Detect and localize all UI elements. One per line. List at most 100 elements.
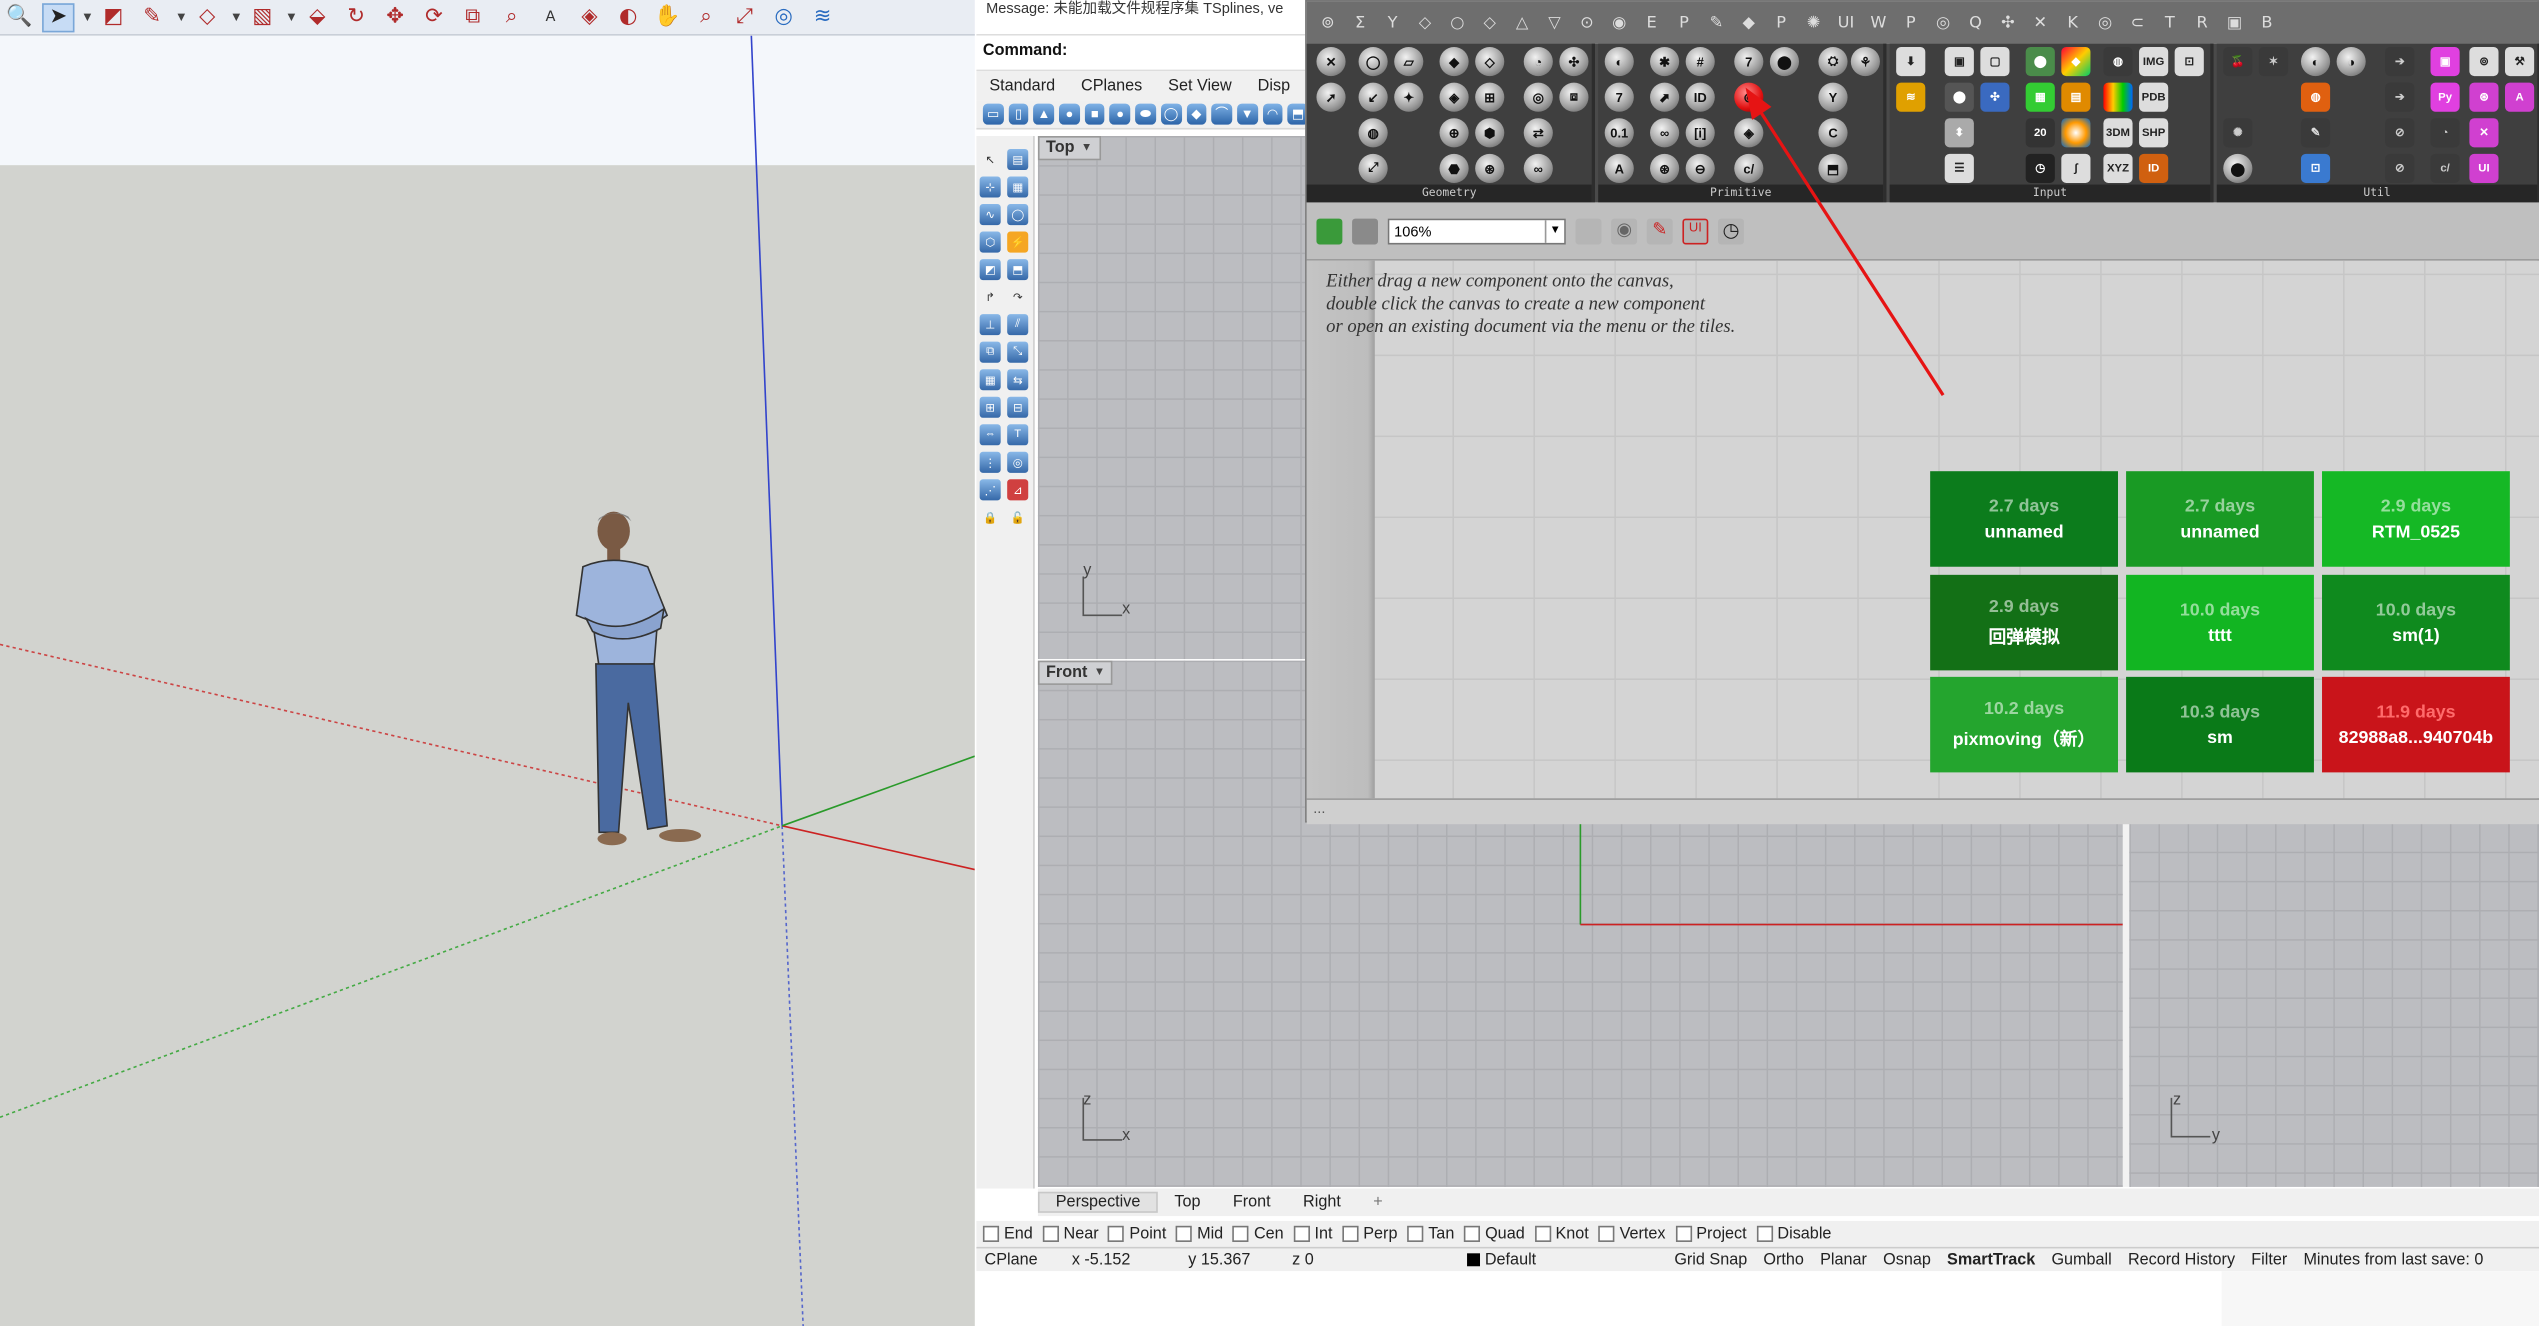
paint-bucket-icon[interactable]: ◈ (573, 2, 605, 31)
hoops-icon[interactable]: ⊛ (2469, 82, 2499, 112)
save-icon[interactable] (1352, 217, 1378, 244)
text-icon[interactable]: A (534, 2, 566, 31)
panel-input-icon[interactable]: ▤ (2061, 82, 2091, 112)
component-tab[interactable]: ⊙ (1576, 14, 1599, 32)
component-tab[interactable]: Q (1964, 14, 1987, 32)
line-param-icon[interactable]: ↙ (1358, 82, 1388, 112)
zoom-window-icon[interactable]: ⌕ (690, 2, 722, 31)
time-icon[interactable]: ⊛ (1650, 153, 1680, 183)
recent-file-tile[interactable]: 2.7 days unnamed (1930, 471, 2118, 567)
split-icon[interactable]: ↷ (1007, 286, 1029, 308)
recent-file-tile[interactable]: 2.9 days RTM_0525 (2322, 471, 2510, 567)
component-tab[interactable]: ◎ (2094, 14, 2117, 32)
component-tab[interactable]: ▣ (2223, 14, 2246, 32)
cylinder-icon[interactable]: ▯ (1008, 103, 1029, 125)
component-tab[interactable]: Σ (1349, 14, 1372, 32)
cluster-icon[interactable]: ◐ (2300, 46, 2331, 77)
eraser-icon[interactable]: ◩ (97, 2, 129, 31)
scalar-icon[interactable]: ⊖ (1685, 153, 1715, 183)
osnap-mid[interactable]: Mid (1176, 1225, 1223, 1243)
osnap-int[interactable]: Int (1293, 1225, 1332, 1243)
surface-param-icon[interactable]: ◎ (1523, 82, 1553, 112)
cube-icon[interactable]: ■ (1084, 103, 1106, 125)
gumball-toggle[interactable]: Gumball (2043, 1251, 2120, 1269)
layer-indicator[interactable]: Default (1459, 1251, 1666, 1269)
box-param-icon[interactable]: ◆ (1439, 46, 1469, 77)
group-param-icon[interactable]: ✣ (1559, 46, 1589, 77)
lock-icon[interactable]: 🔒 (979, 506, 1001, 528)
record-history-toggle[interactable]: Record History (2120, 1251, 2243, 1269)
solid-icon[interactable]: ⬒ (1007, 259, 1029, 281)
arrow-param-icon[interactable]: ➚ (1316, 82, 1346, 112)
no-entry-icon[interactable]: ⊘ (2385, 153, 2415, 183)
grid-input-icon[interactable]: ▦ (2025, 82, 2055, 112)
zoom-extents-icon[interactable]: ⤢ (729, 2, 761, 31)
text-icon[interactable]: T (1007, 424, 1029, 446)
text-icon[interactable]: A (1604, 153, 1634, 183)
complex-icon[interactable]: # (1685, 46, 1715, 77)
join-icon[interactable]: ⊞ (979, 396, 1001, 418)
funnel-icon[interactable]: ▼ (1236, 103, 1258, 125)
component-tab[interactable]: UI (1835, 14, 1858, 32)
viewport-top-label[interactable]: Top ▼ (1037, 136, 1101, 161)
chevron-down-icon[interactable]: ▼ (175, 10, 188, 25)
drop-icon[interactable]: ● (1059, 103, 1080, 125)
layer-icon[interactable]: ▤ (1007, 148, 1029, 171)
tab-top[interactable]: Top (1158, 1193, 1216, 1211)
boolean-icon[interactable]: ◐ (1604, 46, 1634, 77)
osnap-project[interactable]: Project (1675, 1225, 1747, 1243)
component-tab[interactable]: R (2191, 14, 2214, 32)
cross-icon[interactable]: ✕ (2469, 118, 2499, 148)
osnap-perp[interactable]: Perp (1342, 1225, 1397, 1243)
ui-icon[interactable]: ⊡ (2300, 153, 2331, 183)
recent-file-tile[interactable]: 10.2 days pixmoving（新） (1930, 676, 2118, 773)
sphere-icon[interactable]: ⬤ (2223, 153, 2253, 183)
swatch-icon[interactable]: ✣ (1980, 82, 2010, 112)
push-pull-icon[interactable]: ⬙ (301, 2, 333, 31)
fillet-icon[interactable]: ⚡ (1007, 231, 1029, 253)
path-icon[interactable]: ∞ (1650, 118, 1680, 148)
subd-param-icon[interactable]: ⬢ (1475, 118, 1505, 148)
shp-icon[interactable]: SHP (2139, 118, 2169, 148)
graph-mapper-icon[interactable]: ∫ (2061, 153, 2091, 183)
component-tab[interactable]: P (1899, 14, 1922, 32)
torus-icon[interactable]: ◯ (1160, 103, 1182, 125)
guid-icon[interactable]: ID (1685, 82, 1715, 112)
dimension-icon[interactable]: ⇔ (979, 424, 1001, 446)
surface-icon[interactable]: ◩ (979, 259, 1001, 281)
osnap-disable[interactable]: Disable (1756, 1225, 1831, 1243)
tape-measure-icon[interactable]: ⌕ (495, 2, 527, 31)
culture-icon[interactable]: ✱ (1650, 46, 1680, 77)
planar-toggle[interactable]: Planar (1812, 1251, 1875, 1269)
ortho-toggle[interactable]: Ortho (1755, 1251, 1812, 1269)
anemone-icon[interactable]: A (2504, 82, 2535, 112)
sphere-icon[interactable]: ● (1109, 103, 1131, 125)
viewport-right[interactable]: z y (2129, 822, 2539, 1187)
select-arrow-icon[interactable]: ↖ (979, 148, 1001, 171)
orbit-icon[interactable]: ◐ (612, 2, 644, 31)
osnap-vertex[interactable]: Vertex (1598, 1225, 1665, 1243)
disable-icon[interactable]: ⊘ (2385, 118, 2415, 148)
tab-cplanes[interactable]: CPlanes (1068, 77, 1155, 95)
sandbox-icon[interactable]: ≋ (806, 2, 838, 31)
tab-display[interactable]: Disp (1245, 77, 1303, 95)
3dm-icon[interactable]: 3DM (2103, 118, 2133, 148)
grid-icon[interactable]: ▦ (1007, 176, 1029, 198)
follow-me-icon[interactable]: ↻ (340, 2, 372, 31)
osnap-toggle[interactable]: Osnap (1875, 1251, 1939, 1269)
tab-standard[interactable]: Standard (976, 77, 1068, 95)
spectrum-icon[interactable] (2103, 82, 2133, 112)
zoom-icon[interactable]: 🔍 (3, 2, 35, 31)
component-tab[interactable]: ⊂ (2126, 14, 2149, 32)
component-tab[interactable]: ◇ (1478, 14, 1501, 32)
component-tab[interactable]: ✣ (1997, 14, 2020, 32)
params-icon[interactable]: ✕ (1316, 46, 1346, 77)
sketch-icon[interactable]: ✎ (1646, 217, 1673, 244)
recent-file-tile[interactable]: 10.3 days sm (2126, 676, 2314, 773)
component-tab[interactable]: ◇ (1414, 14, 1437, 32)
galapagos-icon[interactable]: 🍒 (2223, 46, 2253, 77)
geometry-icon[interactable]: ◍ (1358, 118, 1388, 148)
component-tab[interactable]: ⊚ (1316, 14, 1339, 32)
shape-icon[interactable]: ◇ (191, 2, 223, 31)
chevron-down-icon[interactable]: ▼ (1081, 142, 1092, 153)
